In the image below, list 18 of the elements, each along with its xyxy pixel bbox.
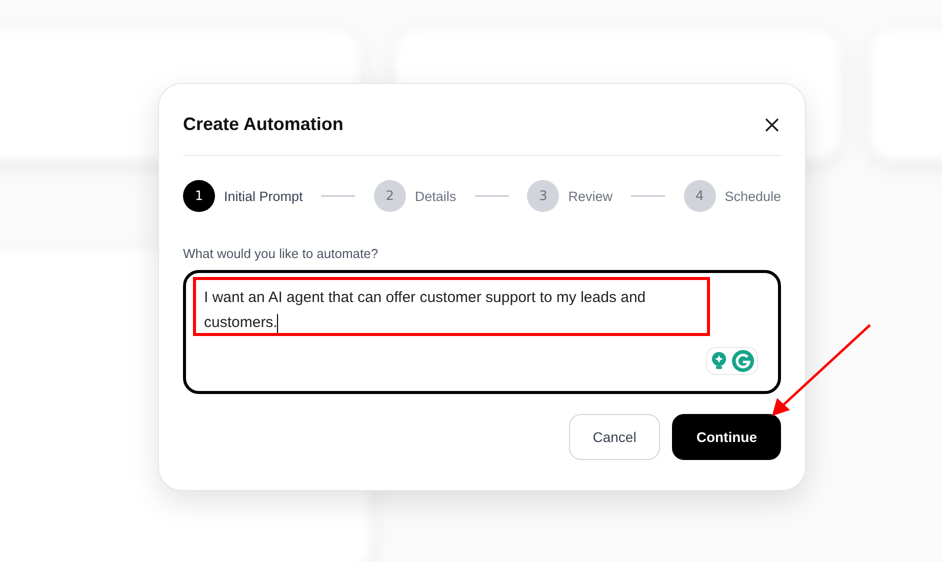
g-logo-icon bbox=[732, 350, 754, 372]
step-number: 3 bbox=[527, 180, 560, 212]
prompt-label: What would you like to automate? bbox=[183, 246, 380, 261]
assistant-badge[interactable] bbox=[706, 347, 758, 375]
prompt-field[interactable]: I want an AI agent that can offer customer support to my leads and customers. bbox=[183, 270, 781, 394]
dialog-title: Create Automation bbox=[183, 114, 344, 135]
step-number: 2 bbox=[374, 180, 406, 212]
step-label: Details bbox=[414, 188, 456, 204]
lightbulb-icon bbox=[710, 351, 728, 371]
step-number: 4 bbox=[684, 180, 716, 212]
step-number: 1 bbox=[183, 180, 215, 212]
step-label: Schedule bbox=[724, 188, 781, 204]
continue-button[interactable]: Continue bbox=[672, 414, 781, 460]
cancel-button[interactable]: Cancel bbox=[568, 414, 660, 460]
step-label: Initial Prompt bbox=[224, 188, 303, 204]
close-icon bbox=[763, 116, 781, 134]
close-button[interactable] bbox=[763, 116, 781, 134]
step-label: Review bbox=[568, 188, 613, 204]
